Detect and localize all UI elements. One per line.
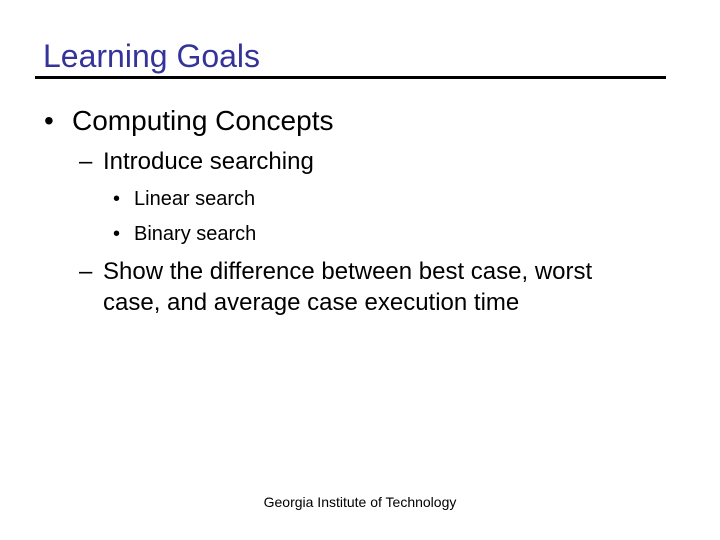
bullet-level2: – Introduce searching <box>79 146 314 177</box>
title-underline <box>35 76 666 79</box>
bullet-level2: – Show the difference between best case, … <box>79 256 592 318</box>
bullet-text: Linear search <box>134 188 256 210</box>
bullet-text-continuation: case, and average case execution time <box>103 289 520 316</box>
bullet-text: Binary search <box>134 223 257 245</box>
bullet-text: Introduce searching <box>103 148 314 175</box>
bullet-text: Computing Concepts <box>72 105 334 136</box>
dash-icon: – <box>79 148 93 175</box>
dash-icon: – <box>79 258 93 285</box>
bullet-icon: • <box>113 223 121 245</box>
bullet-icon: • <box>113 188 121 210</box>
slide-title: Learning Goals <box>43 38 261 74</box>
bullet-text: Show the difference between best case, w… <box>103 258 593 285</box>
footer: Georgia Institute of Technology <box>263 494 457 510</box>
bullet-icon: • <box>44 105 54 136</box>
bullet-level3: • Linear search <box>113 186 255 212</box>
bullet-level3: • Binary search <box>113 221 256 247</box>
bullet-level1: • Computing Concepts <box>44 104 333 138</box>
